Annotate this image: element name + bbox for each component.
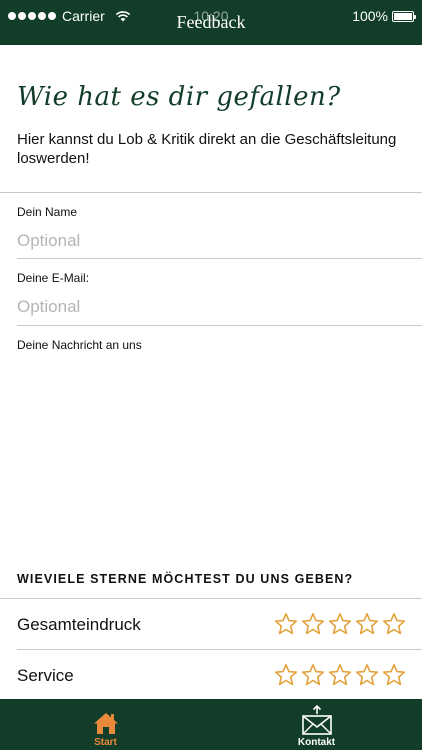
star-icon[interactable] xyxy=(301,612,325,636)
envelope-icon xyxy=(301,705,332,735)
rating-label-service: Service xyxy=(17,666,74,685)
email-input[interactable] xyxy=(17,295,407,319)
star-icon[interactable] xyxy=(301,663,325,687)
star-icon[interactable] xyxy=(274,612,298,636)
star-icon[interactable] xyxy=(382,612,406,636)
feedback-headline: Wie hat es dir gefallen? xyxy=(17,82,341,112)
message-input[interactable] xyxy=(17,360,407,540)
page-title: Feedback xyxy=(176,12,246,32)
email-label: Deine E-Mail: xyxy=(17,271,90,285)
home-icon xyxy=(93,713,118,734)
divider xyxy=(17,258,422,259)
star-icon[interactable] xyxy=(355,663,379,687)
name-label: Dein Name xyxy=(17,205,78,219)
message-label: Deine Nachricht an uns xyxy=(17,338,142,352)
star-rating-service xyxy=(274,663,406,687)
star-icon[interactable] xyxy=(274,663,298,687)
intro-text: Hier kannst du Lob & Kritik direkt an di… xyxy=(17,131,397,167)
star-icon[interactable] xyxy=(382,663,406,687)
divider xyxy=(17,325,422,326)
tab-kontakt[interactable]: Kontakt xyxy=(211,699,422,750)
divider xyxy=(0,598,422,599)
name-input[interactable] xyxy=(17,229,407,253)
star-rating-overall xyxy=(274,612,406,636)
tab-start[interactable]: Start xyxy=(0,699,211,750)
star-icon[interactable] xyxy=(328,663,352,687)
star-icon[interactable] xyxy=(355,612,379,636)
tab-bar: Start Kontakt xyxy=(0,699,422,750)
rating-label-overall: Gesamteindruck xyxy=(17,615,141,634)
rating-heading: WIEVIELE STERNE MÖCHTEST DU UNS GEBEN? xyxy=(17,572,354,586)
star-icon[interactable] xyxy=(328,612,352,636)
divider xyxy=(0,192,422,193)
tab-start-label: Start xyxy=(94,737,117,748)
navigation-bar: Carrier 10:20 100% Feedback xyxy=(0,0,422,45)
tab-kontakt-label: Kontakt xyxy=(297,737,336,748)
divider xyxy=(17,649,422,650)
